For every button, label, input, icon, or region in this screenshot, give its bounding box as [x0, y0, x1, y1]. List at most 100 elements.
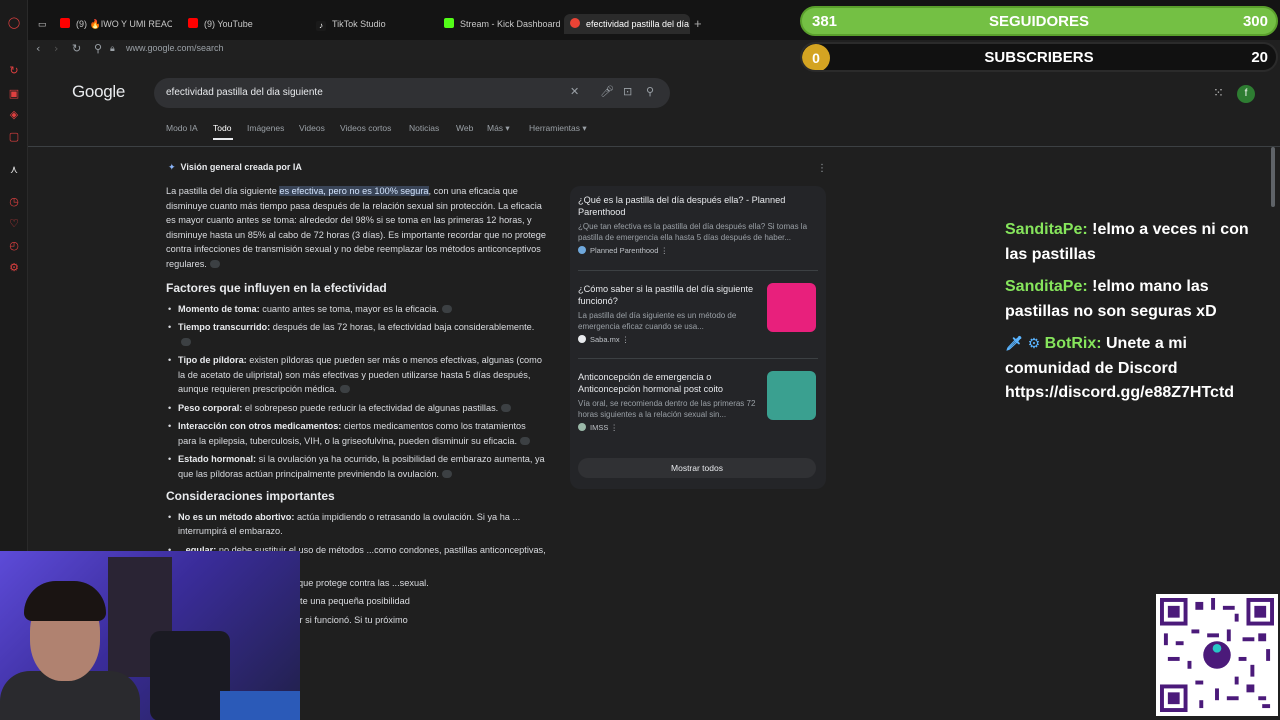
lens-icon[interactable]: ⊡ [623, 85, 632, 98]
apps-grid-icon[interactable]: ⁙ [1213, 86, 1224, 101]
sidebar-settings-icon[interactable]: ⚙ [7, 261, 21, 275]
page-scrollbar[interactable] [1269, 147, 1277, 547]
forward-icon[interactable]: › [54, 42, 58, 55]
opera-logo-icon[interactable]: ◯ [7, 16, 21, 30]
site-favicon-icon [578, 335, 586, 343]
source-site: Planned Parenthood ⋮ [578, 246, 818, 255]
webcam-blue-box [220, 691, 300, 720]
tiktok-icon: ♪ [316, 21, 326, 31]
sidebar-instagram-icon[interactable]: ▢ [7, 130, 21, 144]
google-icon [570, 18, 580, 28]
source-text: Anticoncepción de emergencia o Anticonce… [578, 371, 760, 432]
tab-todo[interactable]: Todo [213, 123, 231, 133]
search-icon[interactable]: ⚲ [646, 85, 654, 98]
tab-mas[interactable]: Más ▾ [487, 123, 510, 134]
source-title[interactable]: ¿Qué es la pastilla del día después ella… [578, 194, 818, 218]
tab-videos-cortos[interactable]: Videos cortos [340, 123, 391, 133]
active-tab-indicator [213, 138, 233, 140]
subscribers-goal-bar: 0 SUBSCRIBERS 20 [800, 42, 1278, 72]
sources-panel: ¿Qué es la pastilla del día después ella… [570, 186, 826, 489]
chat-message: SanditaPe: !elmo mano las pastillas no s… [1005, 278, 1217, 320]
show-all-button[interactable]: Mostrar todos [578, 458, 816, 478]
source-title[interactable]: Anticoncepción de emergencia o Anticonce… [578, 371, 760, 395]
tab-kick-dashboard[interactable]: Stream - Kick Dashboard [444, 14, 572, 34]
more-options-icon[interactable]: ⋮ [817, 163, 827, 174]
google-logo[interactable]: Google [72, 82, 125, 102]
section-considerations-heading: Consideraciones importantes [166, 489, 335, 503]
tab-tiktok-studio[interactable]: ♪ TikTok Studio [316, 14, 436, 34]
site-favicon-icon [578, 423, 586, 431]
link-icon[interactable] [501, 403, 512, 412]
sidebar-heart-icon[interactable]: ♡ [7, 217, 21, 231]
search-box[interactable]: efectividad pastilla del dia siguiente ✕… [154, 78, 670, 108]
list-item: Tipo de píldora: existen píldoras que pu… [168, 353, 546, 397]
source-text: ¿Cómo saber si la pastilla del día sigui… [578, 283, 760, 344]
link-icon[interactable] [441, 304, 452, 313]
subscribers-goal: 20 [1251, 49, 1268, 66]
source-snippet: Vía oral, se recomienda dentro de las pr… [578, 399, 756, 419]
reload-icon[interactable]: ↻ [72, 42, 81, 55]
source-card[interactable]: ¿Cómo saber si la pastilla del día sigui… [578, 283, 818, 344]
location-icon[interactable]: ⚲ [94, 42, 102, 55]
url-field[interactable]: www.google.com/search [126, 43, 224, 53]
new-tab-button[interactable]: + [694, 14, 702, 34]
source-snippet: ¿Que tan efectiva es la pastilla del día… [578, 222, 808, 242]
webcam-chair [150, 631, 230, 720]
source-site: IMSS ⋮ [578, 423, 760, 432]
source-thumbnail[interactable] [767, 283, 816, 332]
sidebar-messenger-icon[interactable]: ◈ [7, 108, 21, 122]
sidebar-refresh-icon[interactable]: ↻ [7, 64, 21, 78]
link-icon[interactable] [520, 436, 531, 445]
tab-imagenes[interactable]: Imágenes [247, 123, 284, 133]
youtube-icon [60, 18, 70, 28]
tab-web[interactable]: Web [456, 123, 473, 133]
list-item: Tiempo transcurrido: después de las 72 h… [168, 320, 546, 349]
link-icon[interactable] [181, 337, 191, 346]
search-input[interactable]: efectividad pastilla del dia siguiente [166, 87, 323, 98]
source-thumbnail[interactable] [767, 371, 816, 420]
yape-qr-code [1156, 594, 1278, 716]
link-icon[interactable] [209, 259, 220, 268]
tab-google-search[interactable]: efectividad pastilla del día [564, 14, 690, 34]
chat-message: SanditaPe: !elmo a veces ni con las past… [1005, 221, 1249, 263]
lock-icon[interactable]: 🔒︎ [110, 44, 115, 54]
avatar[interactable]: f [1237, 85, 1255, 103]
chat-overlay: SanditaPe: !elmo a veces ni con las past… [1005, 218, 1275, 414]
factors-list: Momento de toma: cuanto antes se toma, m… [166, 302, 546, 482]
bot-badge-icon: 🗡 ⚙ [1005, 336, 1041, 352]
sparkle-icon: ✦ [168, 163, 176, 173]
followers-label: SEGUIDORES [988, 13, 1090, 30]
section-factors-heading: Factores que influyen en la efectividad [166, 281, 387, 295]
clear-icon[interactable]: ✕ [570, 85, 579, 98]
microphone-icon[interactable]: 🎤︎ [600, 85, 614, 98]
source-card[interactable]: Anticoncepción de emergencia o Anticonce… [578, 371, 818, 432]
sidebar-history-icon[interactable]: ◷ [7, 195, 21, 209]
sidebar-bag-icon[interactable]: ▣ [7, 87, 21, 101]
tab-videos[interactable]: Videos [299, 123, 325, 133]
tab-youtube[interactable]: (9) YouTube [188, 14, 308, 34]
tab-youtube-reaction[interactable]: (9) 🔥IWO Y UMI REACCI [60, 14, 172, 34]
tab-overview-icon[interactable]: ▭ [38, 14, 50, 34]
sidebar-aria-icon[interactable]: ⋏ [7, 163, 21, 177]
divider [578, 358, 818, 359]
source-card[interactable]: ¿Qué es la pastilla del día después ella… [578, 194, 818, 255]
tab-herramientas[interactable]: Herramientas ▾ [529, 123, 587, 134]
link-icon[interactable] [442, 469, 452, 478]
tab-modo-ia[interactable]: Modo IA [166, 123, 198, 133]
subscribers-label: SUBSCRIBERS [984, 49, 1094, 66]
sidebar-clock-icon[interactable]: ◴ [7, 239, 21, 253]
link-icon[interactable] [339, 385, 350, 393]
source-title[interactable]: ¿Cómo saber si la pastilla del día sigui… [578, 283, 760, 307]
site-favicon-icon [578, 246, 586, 254]
list-item: Estado hormonal: si la ovulación ya ha o… [168, 452, 546, 481]
back-icon[interactable]: ‹ [36, 42, 40, 55]
scrollbar-thumb[interactable] [1271, 147, 1275, 207]
list-item: Peso corporal: el sobrepeso puede reduci… [168, 401, 546, 416]
list-item: No es un método abortivo: actúa impidien… [168, 510, 546, 539]
tab-noticias[interactable]: Noticias [409, 123, 439, 133]
header-divider [28, 146, 1280, 147]
qr-code-graphic [1160, 598, 1274, 712]
list-item: Momento de toma: cuanto antes se toma, m… [168, 302, 546, 317]
webcam-feed [0, 551, 300, 720]
ai-overview-heading: ✦ Visión general creada por IA [168, 162, 302, 173]
